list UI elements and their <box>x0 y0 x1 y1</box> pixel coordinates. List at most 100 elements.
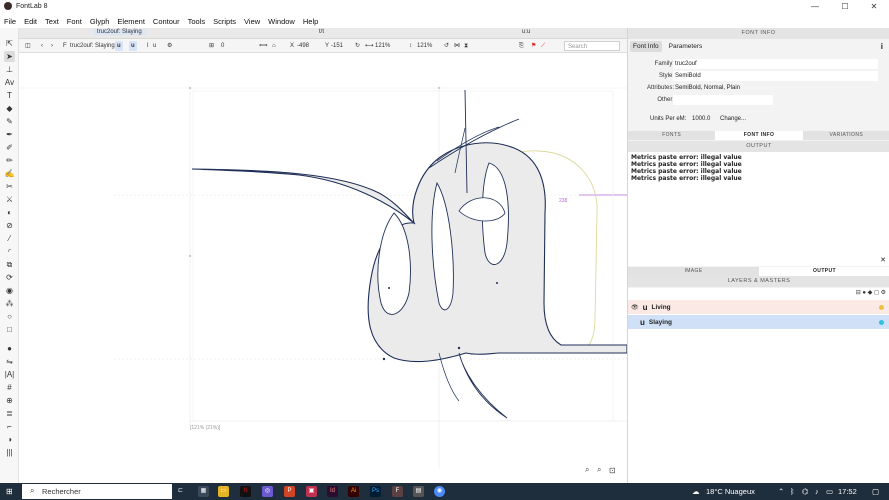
close-output-icon[interactable]: ✕ <box>880 256 886 264</box>
info-icon[interactable]: i <box>881 42 883 51</box>
netflix-icon[interactable]: N <box>240 486 251 497</box>
contour-select-icon[interactable]: ➤ <box>4 51 15 62</box>
units-value[interactable]: 1000.0 <box>692 116 710 122</box>
menu-edit[interactable]: Edit <box>24 17 37 26</box>
notification-icon[interactable]: ▢ <box>872 487 879 496</box>
bucket-icon[interactable]: ⊘ <box>4 220 15 231</box>
guide-icon[interactable]: |A| <box>4 369 15 380</box>
menu-scripts[interactable]: Scripts <box>213 17 236 26</box>
menu-view[interactable]: View <box>244 17 260 26</box>
ellipse-icon[interactable]: ○ <box>4 311 15 322</box>
zoom-in-icon[interactable]: ⌕ <box>585 465 589 475</box>
fill-icon[interactable]: ◐ <box>4 207 15 218</box>
font-selector[interactable]: truc2ouf: Slaying <box>70 41 115 51</box>
text-icon[interactable]: T <box>4 90 15 101</box>
photoshop-icon[interactable]: Ps <box>370 486 381 497</box>
menu-element[interactable]: Element <box>117 17 145 26</box>
page-icon[interactable]: ⎘ <box>519 41 524 51</box>
lasso-icon[interactable]: ◉ <box>4 285 15 296</box>
weather-label[interactable]: 18°C Nuageux <box>706 487 755 496</box>
zoom-fit-icon[interactable]: ⊡ <box>609 466 616 475</box>
indesign-icon[interactable]: Id <box>327 486 338 497</box>
menu-help[interactable]: Help <box>303 17 318 26</box>
eraser-icon[interactable]: ◆ <box>4 103 15 114</box>
tab-glyph[interactable]: u:u <box>522 29 530 35</box>
style-field[interactable]: SemiBold <box>673 71 878 81</box>
tab-font-window[interactable]: truc2ouf: Slaying <box>94 29 145 35</box>
calculator-icon[interactable]: ▦ <box>198 486 209 497</box>
visibility-icon[interactable]: 👁 <box>631 304 639 311</box>
forward-icon[interactable]: › <box>51 41 53 51</box>
grid-icon[interactable]: # <box>4 382 15 393</box>
weather-icon[interactable]: ☁ <box>692 487 700 496</box>
glyph-chip-1[interactable]: u <box>115 41 123 51</box>
y-coordinate-field[interactable]: -151 <box>331 41 343 51</box>
stroke-icon[interactable]: ⁄ <box>4 233 15 244</box>
knife-icon[interactable]: ✂ <box>4 181 15 192</box>
family-field[interactable]: truc2ouf <box>673 59 878 69</box>
file-explorer-icon[interactable]: ▭ <box>218 486 229 497</box>
eyedropper-icon[interactable]: ⁂ <box>4 298 15 309</box>
glyph-name-field[interactable]: u <box>153 41 156 51</box>
settings-icon[interactable]: ⚙ <box>167 41 172 51</box>
chrome-icon[interactable]: ◉ <box>434 486 445 497</box>
scissors-icon[interactable]: ⚔ <box>4 194 15 205</box>
back-icon[interactable]: ‹ <box>41 41 43 51</box>
layer-row-slaying[interactable]: u Slaying <box>628 315 889 329</box>
metrics-icon[interactable]: ⊥ <box>4 64 15 75</box>
menu-font[interactable]: Font <box>67 17 82 26</box>
power-brush-icon[interactable]: ✍ <box>4 168 15 179</box>
bars-icon[interactable]: ||| <box>4 447 15 458</box>
pencil-icon[interactable]: ✏ <box>4 155 15 166</box>
close-button[interactable]: ✕ <box>859 0 889 12</box>
app-icon[interactable]: ◎ <box>262 486 273 497</box>
maximize-button[interactable]: ☐ <box>830 0 860 12</box>
battery-icon[interactable]: ▭ <box>826 487 833 496</box>
glyph-chip-2[interactable]: u <box>129 41 137 51</box>
illustrator-icon[interactable]: Ai <box>348 486 359 497</box>
scale-icon[interactable]: ⧉ <box>4 259 15 270</box>
layer-row-living[interactable]: 👁 u Living <box>628 300 889 314</box>
task-view-icon[interactable]: ⊏ <box>175 486 186 497</box>
hint-icon[interactable]: ⊕ <box>4 395 15 406</box>
menu-tools[interactable]: Tools <box>188 17 206 26</box>
search-input[interactable]: Search <box>564 41 620 51</box>
measure-icon[interactable]: ⇋ <box>4 356 15 367</box>
color-icon[interactable]: ● <box>4 343 15 354</box>
powerpoint-icon[interactable]: P <box>284 486 295 497</box>
grid-toggle-icon[interactable]: ⊞ <box>209 41 214 51</box>
hourglass-icon[interactable]: ⧗ <box>464 41 468 51</box>
brush-icon[interactable]: ✎ <box>4 116 15 127</box>
clock-time[interactable]: 17:52 <box>838 487 857 496</box>
height-scale-field[interactable]: 121% <box>417 41 432 51</box>
width-field[interactable]: 0 <box>221 41 224 51</box>
pen-icon[interactable]: ✒ <box>4 129 15 140</box>
flag-icon[interactable]: ⚑ <box>531 41 536 51</box>
glyph-canvas[interactable]: [121% (21%)] 238 ⌕ ⌕ ⊡ <box>19 53 627 483</box>
app-icon[interactable]: ▤ <box>413 486 424 497</box>
reset-icon[interactable]: ↻ <box>355 41 360 51</box>
rectangle-icon[interactable]: □ <box>4 324 15 335</box>
apply-icon[interactable]: ↺ <box>444 41 449 51</box>
tab-font-info[interactable]: Font Info <box>630 40 662 52</box>
photo-app-icon[interactable]: ▣ <box>306 486 317 497</box>
lock-icon[interactable]: ⌂ <box>272 41 276 51</box>
tab-font-info-bottom[interactable]: FONT INFO <box>715 131 803 140</box>
layer-color-dot[interactable] <box>879 319 884 325</box>
taskbar-search-input[interactable]: Rechercher <box>22 484 172 499</box>
pointer-icon[interactable]: ⇱ <box>4 38 15 49</box>
tab-parameters[interactable]: Parameters <box>666 41 706 52</box>
tab-fonts[interactable]: FONTS <box>628 131 715 140</box>
layers-icon[interactable]: ≣ <box>4 408 15 419</box>
preview-icon[interactable]: ◑ <box>4 434 15 445</box>
zoom-out-icon[interactable]: ⌕ <box>597 465 601 475</box>
windows-start-icon[interactable]: ⊞ <box>6 487 13 496</box>
network-icon[interactable]: ⌬ <box>802 487 809 496</box>
flip-icon[interactable]: ⋈ <box>454 41 460 51</box>
x-coordinate-field[interactable]: -498 <box>297 41 309 51</box>
hook-icon[interactable]: ⌐ <box>4 421 15 432</box>
metrics-toggle-icon[interactable]: ⟺ <box>259 41 268 51</box>
tab-variations[interactable]: VARIATIONS <box>803 131 889 140</box>
pen-color-icon[interactable]: ⟋ <box>541 41 545 51</box>
menu-window[interactable]: Window <box>268 17 295 26</box>
